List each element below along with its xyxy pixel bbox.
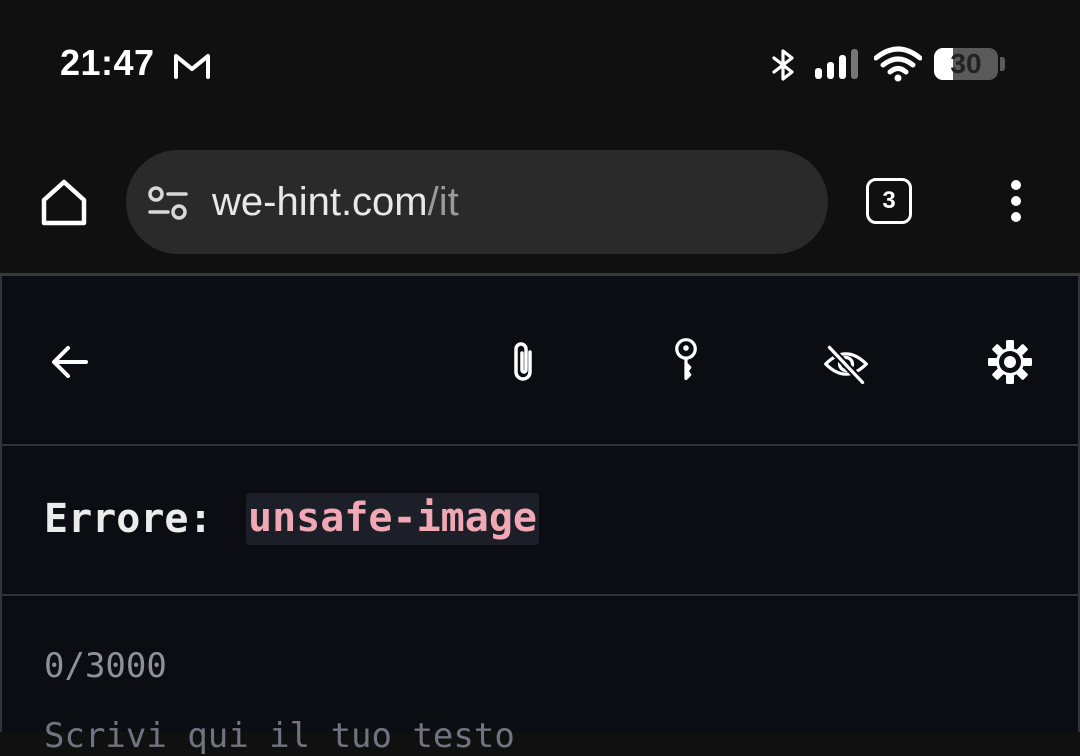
status-time: 21:47 [60, 42, 155, 83]
error-label: Errore: [44, 496, 213, 542]
wifi-icon [874, 46, 922, 82]
site-settings-icon[interactable] [146, 184, 190, 222]
web-content: Errore: unsafe-image 0/3000 Scrivi qui i… [0, 276, 1080, 756]
error-code: unsafe-image [246, 493, 539, 545]
home-icon[interactable] [36, 174, 92, 230]
message-textarea[interactable]: Scrivi qui il tuo testo [44, 716, 515, 756]
browser-toolbar: we-hint.com/it 3 [0, 130, 1080, 274]
cellular-signal-icon [815, 49, 858, 79]
url-path: /it [427, 180, 459, 224]
error-divider [0, 594, 1080, 596]
error-message: Errore: unsafe-image [0, 446, 1080, 594]
tab-switcher-icon[interactable]: 3 [866, 178, 912, 224]
app-toolbar [0, 276, 1080, 444]
battery-icon: 30 [934, 46, 1008, 82]
arrow-back-icon[interactable] [46, 338, 94, 386]
settings-gear-icon[interactable] [986, 338, 1034, 386]
gmail-icon [174, 54, 210, 79]
bluetooth-icon [772, 49, 794, 81]
more-vert-icon[interactable] [1000, 178, 1032, 224]
url-domain: we-hint.com [212, 180, 428, 224]
content-frame-left [0, 276, 2, 732]
address-bar[interactable]: we-hint.com/it [126, 150, 828, 254]
attachment-icon[interactable] [500, 338, 548, 386]
url-text[interactable]: we-hint.com/it [212, 150, 459, 254]
char-counter: 0/3000 [44, 646, 167, 686]
battery-percent: 30 [950, 48, 982, 79]
status-bar: 21:47 30 [0, 0, 1080, 130]
visibility-off-icon[interactable] [822, 340, 870, 388]
key-icon[interactable] [662, 336, 710, 384]
